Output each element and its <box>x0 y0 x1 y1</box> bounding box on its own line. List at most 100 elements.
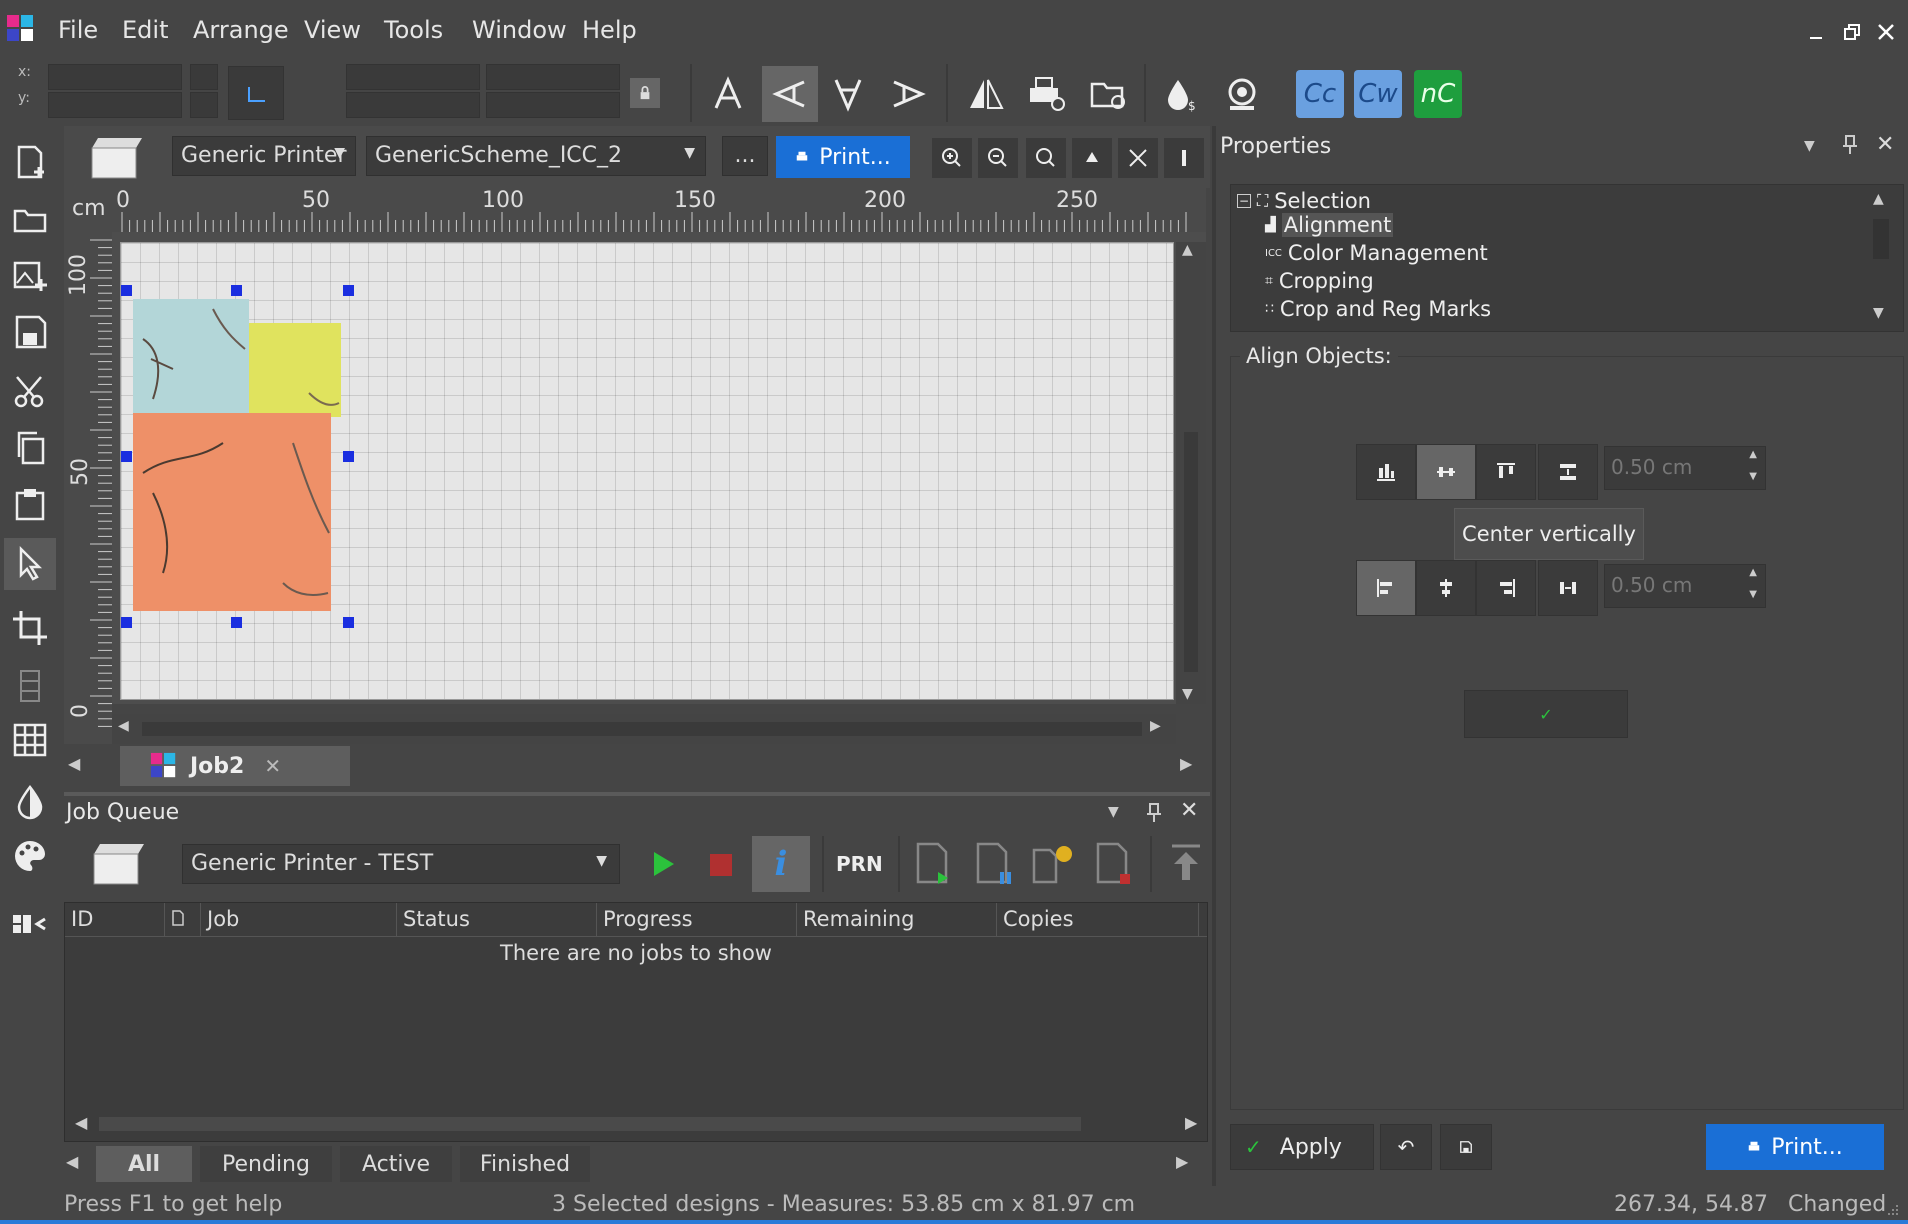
selection-handle[interactable] <box>121 285 132 296</box>
zoom-out-icon[interactable] <box>978 138 1018 178</box>
undo-button[interactable]: ↶ <box>1380 1124 1432 1170</box>
collapse-icon[interactable]: − <box>1237 194 1251 208</box>
tree-item-cropping[interactable]: ⌗ Cropping <box>1265 269 1374 293</box>
scroll-up-icon[interactable]: ▲ <box>1182 242 1193 258</box>
pin-icon[interactable] <box>1840 134 1860 156</box>
save-settings-button[interactable] <box>1440 1124 1492 1170</box>
selection-handle[interactable] <box>231 285 242 296</box>
close-panel-icon[interactable]: ✕ <box>1876 132 1894 157</box>
select-tool-icon[interactable] <box>4 538 56 590</box>
selection-handle[interactable] <box>121 451 132 462</box>
height-lock-icon[interactable] <box>190 92 218 118</box>
orientation-down-icon[interactable] <box>820 66 876 122</box>
distribute-vertical-button[interactable] <box>1538 444 1598 500</box>
menu-view[interactable]: View <box>304 16 361 44</box>
scrollbar-thumb[interactable] <box>1873 219 1889 259</box>
scroll-right-icon[interactable]: ▶ <box>1185 1113 1197 1132</box>
doc-play-icon[interactable] <box>912 840 956 888</box>
zoom-fit-icon[interactable] <box>1026 138 1066 178</box>
center-vertically-button[interactable] <box>1416 444 1476 500</box>
scale-x-field[interactable] <box>486 64 620 90</box>
scrollbar-thumb[interactable] <box>1184 432 1198 672</box>
selection-handle[interactable] <box>343 285 354 296</box>
height-field[interactable] <box>346 92 480 118</box>
canvas-vertical-scrollbar[interactable]: ▲ ▼ <box>1176 242 1206 704</box>
selection-handle[interactable] <box>343 617 354 628</box>
tab-scroll-left-icon[interactable]: ◀ <box>66 1152 78 1171</box>
resize-grip-icon[interactable] <box>1884 1198 1900 1215</box>
import-image-icon[interactable] <box>4 250 56 302</box>
zoom-selection-icon[interactable] <box>1072 138 1112 178</box>
color-scheme-select[interactable]: GenericScheme_ICC_2 ▼ <box>366 136 706 176</box>
collapse-panel-icon[interactable] <box>4 898 56 950</box>
scale-y-field[interactable] <box>486 92 620 118</box>
tab-active[interactable]: Active <box>340 1146 452 1182</box>
folder-sync-icon[interactable] <box>1080 66 1136 122</box>
app-badge-cw[interactable]: Cw <box>1354 70 1402 118</box>
move-to-top-icon[interactable] <box>1166 842 1206 886</box>
spin-up-icon[interactable]: ▲ <box>1749 567 1757 578</box>
tab-scroll-left-icon[interactable]: ◀ <box>68 754 80 773</box>
panel-menu-icon[interactable]: ▼ <box>1804 138 1815 154</box>
new-document-icon[interactable] <box>4 136 56 188</box>
scroll-left-icon[interactable]: ◀ <box>118 718 129 734</box>
orientation-up-icon[interactable] <box>700 66 756 122</box>
scrollbar-thumb[interactable] <box>99 1117 1081 1131</box>
tab-pending[interactable]: Pending <box>200 1146 332 1182</box>
distribute-horizontal-button[interactable] <box>1538 560 1598 616</box>
spin-down-icon[interactable]: ▼ <box>1749 589 1757 600</box>
scroll-down-icon[interactable]: ▼ <box>1182 686 1193 702</box>
doc-cancel-icon[interactable] <box>1092 840 1136 888</box>
column-header-progress[interactable]: Progress <box>597 903 797 937</box>
column-header-status[interactable]: Status <box>397 903 597 937</box>
crop-tool-icon[interactable] <box>4 602 56 654</box>
align-left-button[interactable] <box>1356 560 1416 616</box>
align-top-button[interactable] <box>1476 444 1536 500</box>
scroll-up-icon[interactable]: ▲ <box>1873 191 1884 207</box>
app-badge-cc[interactable]: Cc <box>1296 70 1344 118</box>
spin-down-icon[interactable]: ▼ <box>1749 471 1757 482</box>
center-horizontally-button[interactable] <box>1416 560 1476 616</box>
y-position-field[interactable] <box>48 92 182 118</box>
print-button[interactable]: Print... <box>776 136 910 178</box>
printer-settings-icon[interactable] <box>1018 66 1074 122</box>
selection-handle[interactable] <box>231 617 242 628</box>
tree-scrollbar[interactable]: ▲ ▼ <box>1859 185 1903 331</box>
menu-arrange[interactable]: Arrange <box>193 16 289 44</box>
palette-icon[interactable] <box>4 830 56 882</box>
close-panel-icon[interactable]: ✕ <box>1180 798 1198 823</box>
scroll-left-icon[interactable]: ◀ <box>75 1113 87 1132</box>
selection-handle[interactable] <box>121 617 132 628</box>
info-icon[interactable]: i <box>752 836 810 892</box>
paste-icon[interactable] <box>4 478 56 530</box>
color-adjust-icon[interactable] <box>4 776 56 828</box>
tab-all[interactable]: All <box>96 1146 192 1182</box>
vertical-spacing-input[interactable]: 0.50 cm ▲ ▼ <box>1604 446 1766 490</box>
prn-button[interactable]: PRN <box>836 852 883 876</box>
menu-tools[interactable]: Tools <box>384 16 443 44</box>
ink-cost-icon[interactable]: $ <box>1152 66 1208 122</box>
play-icon[interactable] <box>644 846 680 882</box>
webcam-icon[interactable] <box>1214 66 1270 122</box>
scroll-down-icon[interactable]: ▼ <box>1873 305 1884 321</box>
align-bottom-button[interactable] <box>1356 444 1416 500</box>
minimize-icon[interactable] <box>1806 22 1826 42</box>
print-media[interactable] <box>120 242 1174 700</box>
table-horizontal-scrollbar[interactable]: ◀ ▶ <box>65 1109 1207 1139</box>
zoom-all-icon[interactable] <box>1118 138 1158 178</box>
design-orange[interactable] <box>133 413 331 611</box>
column-header-id[interactable]: ID <box>65 903 165 937</box>
horizontal-spacing-input[interactable]: 0.50 cm ▲ ▼ <box>1604 564 1766 608</box>
cut-icon[interactable] <box>4 366 56 418</box>
x-position-field[interactable] <box>48 64 182 90</box>
scroll-right-icon[interactable]: ▶ <box>1150 718 1161 734</box>
align-right-button[interactable] <box>1476 560 1536 616</box>
panel-print-button[interactable]: Print... <box>1706 1124 1884 1170</box>
tab-scroll-right-icon[interactable]: ▶ <box>1180 754 1192 773</box>
confirm-alignment-button[interactable]: ✓ <box>1464 690 1628 738</box>
menu-edit[interactable]: Edit <box>122 16 168 44</box>
printer-select[interactable]: Generic Printer ▼ <box>172 136 356 176</box>
tab-job2[interactable]: Job2 ✕ <box>120 746 350 786</box>
tab-scroll-right-icon[interactable]: ▶ <box>1176 1152 1188 1171</box>
tree-item-crop-reg-marks[interactable]: ∷ Crop and Reg Marks <box>1265 297 1491 321</box>
